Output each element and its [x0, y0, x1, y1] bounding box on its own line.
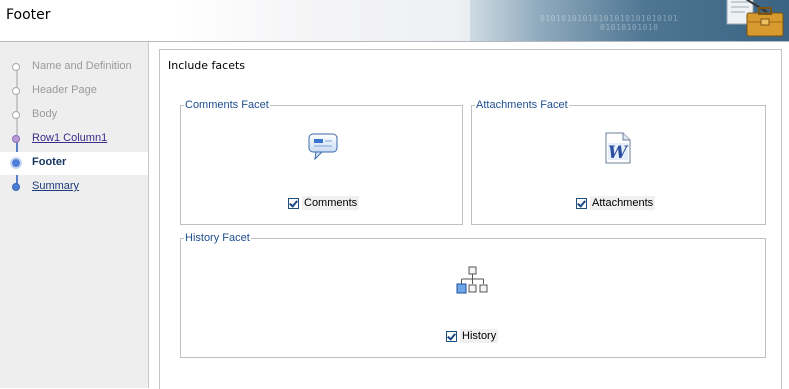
step-label: Footer [32, 156, 67, 168]
svg-text:W: W [608, 143, 629, 163]
history-checkbox-row[interactable]: History [446, 328, 499, 344]
word-document-icon: W [605, 132, 631, 164]
history-checkbox-label[interactable]: History [460, 329, 499, 343]
page-header: Footer 01010101010101010101010101 010101… [0, 0, 789, 42]
step-row1-column1[interactable]: Row1 Column1 [0, 128, 148, 150]
step-body: Body [0, 104, 148, 126]
banner-binary-text: 01010101010101010101010101 [540, 14, 679, 23]
step-marker [12, 87, 20, 95]
speech-bubble-icon [308, 133, 338, 161]
step-footer: Footer [0, 152, 148, 175]
attachments-checkbox-label[interactable]: Attachments [590, 196, 656, 210]
step-link[interactable]: Summary [32, 180, 79, 192]
step-label: Name and Definition [32, 60, 132, 72]
step-marker [12, 135, 20, 143]
attachments-facet-legend: Attachments Facet [476, 99, 568, 111]
step-header-page: Header Page [0, 80, 148, 102]
comments-facet-legend: Comments Facet [185, 99, 269, 111]
facets-panel: Include facets Comments Facet Comments A… [159, 49, 782, 389]
comments-facet-group: Comments Facet Comments [180, 100, 463, 225]
step-marker [12, 63, 20, 71]
banner-binary-text-2: 01010101010 [600, 23, 659, 32]
step-marker [12, 183, 20, 191]
header-banner: 01010101010101010101010101 01010101010 [470, 0, 789, 41]
attachments-facet-group: Attachments Facet W Attachments [471, 100, 766, 225]
step-name-and-definition: Name and Definition [0, 56, 148, 78]
section-title: Include facets [168, 59, 246, 72]
briefcase-document-icon [726, 0, 784, 37]
page-title: Footer [6, 7, 51, 23]
step-link[interactable]: Row1 Column1 [32, 132, 107, 144]
wizard-train-sidebar: Name and Definition Header Page Body Row… [0, 42, 149, 388]
hierarchy-tree-icon [456, 266, 488, 294]
attachments-checkbox-row[interactable]: Attachments [576, 195, 656, 211]
comments-checkbox[interactable] [288, 197, 299, 209]
step-label: Header Page [32, 84, 97, 96]
step-marker [12, 111, 20, 119]
history-facet-group: History Facet History [180, 233, 766, 358]
step-label: Body [32, 108, 58, 120]
comments-checkbox-row[interactable]: Comments [288, 195, 360, 211]
attachments-checkbox[interactable] [576, 197, 587, 209]
comments-checkbox-label[interactable]: Comments [302, 196, 360, 210]
step-marker-current [10, 157, 22, 169]
step-summary[interactable]: Summary [0, 176, 148, 198]
history-checkbox[interactable] [446, 330, 457, 342]
history-facet-legend: History Facet [185, 232, 250, 244]
